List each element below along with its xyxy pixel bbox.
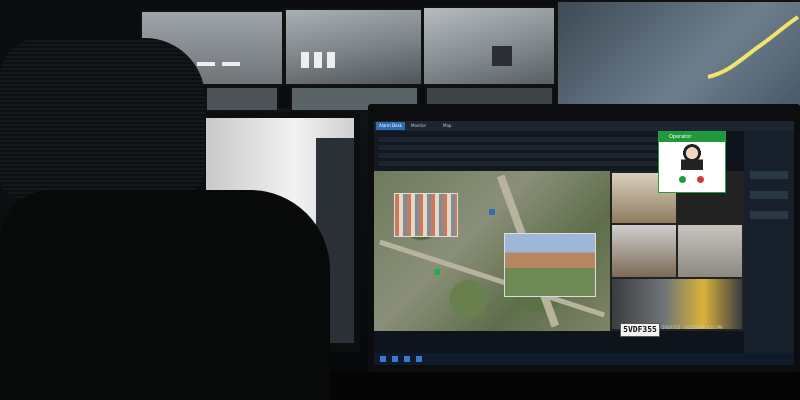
app-icon[interactable]: [392, 356, 398, 362]
phone-decline-icon[interactable]: [697, 176, 704, 183]
table-row[interactable]: [378, 145, 658, 150]
street-traffic-feed: [284, 8, 423, 86]
operator-title: Operator: [659, 132, 725, 142]
route-line-icon: [707, 15, 800, 79]
main-monitor: Alarm Desk Monitor Map 5VDF355 5VDF355 -…: [368, 104, 800, 372]
wall-feed-lower-left: [205, 86, 279, 112]
aerial-map-view[interactable]: [374, 171, 610, 331]
app-icon[interactable]: [416, 356, 422, 362]
main-monitor-screen: Alarm Desk Monitor Map 5VDF355 5VDF355 -…: [374, 121, 794, 365]
tab-bar: Alarm Desk Monitor Map: [374, 121, 794, 131]
table-row[interactable]: [378, 137, 658, 142]
map-camera-popup-houses[interactable]: [504, 233, 596, 297]
app-icon[interactable]: [404, 356, 410, 362]
street-bus-feed: [422, 6, 556, 86]
map-camera-popup-parking[interactable]: [394, 193, 458, 237]
right-control-panel: [744, 131, 794, 353]
phone-accept-icon[interactable]: [679, 176, 686, 183]
panel-button[interactable]: [750, 171, 788, 179]
office-chair-back: [0, 190, 330, 400]
panel-button[interactable]: [750, 191, 788, 199]
table-row[interactable]: [378, 161, 658, 166]
start-icon[interactable]: [380, 356, 386, 362]
camera-tile-face[interactable]: [678, 225, 742, 277]
tab-monitor[interactable]: Monitor: [408, 122, 429, 130]
tab-alarm-desk[interactable]: Alarm Desk: [376, 122, 405, 130]
camera-tile-lobby[interactable]: [612, 225, 676, 277]
camera-tile-gate[interactable]: [612, 279, 742, 329]
license-plate: 5VDF355: [620, 323, 660, 337]
operator-call-panel: Operator: [658, 131, 726, 193]
office-chair-headrest: [0, 38, 205, 198]
camera-grid: 5VDF355 5VDF355 - 3/22/2018 3:51 PM: [610, 171, 744, 337]
operator-avatar: [681, 144, 703, 170]
panel-button[interactable]: [750, 211, 788, 219]
map-route-feed: [556, 0, 800, 108]
table-row[interactable]: [378, 153, 658, 158]
taskbar: [374, 353, 794, 365]
map-marker-icon[interactable]: [489, 209, 495, 215]
map-marker-icon[interactable]: [434, 269, 440, 275]
desk-edge: [330, 372, 800, 400]
plate-caption: 5VDF355 - 3/22/2018 3:51 PM: [662, 325, 723, 330]
tab-map[interactable]: Map: [440, 122, 454, 130]
alarm-table: [374, 131, 664, 171]
